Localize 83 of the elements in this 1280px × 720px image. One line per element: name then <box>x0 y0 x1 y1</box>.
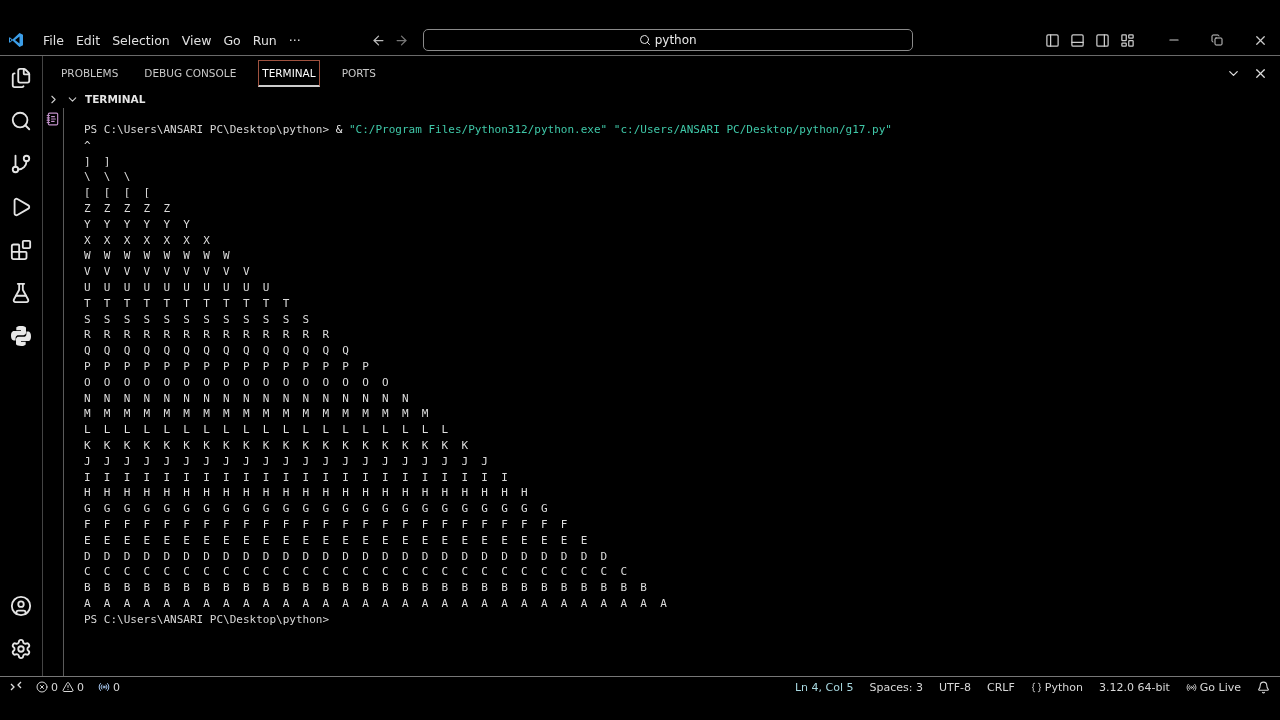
flask-icon[interactable] <box>10 282 32 304</box>
status-item[interactable]: CRLF <box>987 680 1015 694</box>
terminal-output-line: J J J J J J J J J J J J J J J J J J J J J <box>84 453 488 470</box>
terminal-output-line: C C C C C C C C C C C C C C C C C C C C C C C C C C C C <box>84 564 628 581</box>
terminal-output-line: B B B B B B B B B B B B B B B B B B B B B B B B B B B B B <box>84 580 647 596</box>
ports-count[interactable]: 0 <box>113 680 120 694</box>
notebook-icon[interactable] <box>46 112 60 126</box>
explorer-icon[interactable] <box>10 67 32 89</box>
search-icon[interactable] <box>10 110 32 132</box>
terminal-output-line: W W W W W W W W <box>84 248 230 265</box>
terminal-output-line: M M M M M M M M M M M M M M M M M M <box>84 406 429 423</box>
secondary-sidebar-icon[interactable] <box>1095 32 1110 48</box>
source-control-icon[interactable] <box>10 153 32 175</box>
menu-item[interactable]: Run <box>247 30 282 50</box>
app-logo-icon <box>8 32 24 48</box>
terminal-operator: & <box>335 122 343 138</box>
terminal-output-line: P P P P P P P P P P P P P P P <box>84 358 369 375</box>
remote-icon[interactable] <box>10 681 22 693</box>
error-icon <box>36 681 48 693</box>
status-item[interactable]: Ln 4, Col 5 <box>794 680 854 694</box>
warning-icon <box>62 681 74 693</box>
search-icon <box>638 34 651 46</box>
terminal-output-line: I I I I I I I I I I I I I I I I I I I I I I <box>84 469 508 486</box>
braces-icon <box>1030 681 1042 693</box>
settings-icon[interactable] <box>10 638 32 660</box>
terminal-output-line: T T T T T T T T T T T <box>84 295 290 312</box>
status-item[interactable]: Spaces: 3 <box>869 680 923 694</box>
menu-item[interactable]: Go <box>218 30 246 50</box>
panel-tab[interactable]: TERMINAL <box>258 59 320 87</box>
terminal-output-line: ] ] <box>84 153 111 170</box>
terminal-output-line: U U U U U U U U U U <box>84 279 270 296</box>
antenna-icon <box>98 681 110 693</box>
terminal-output-line: G G G G G G G G G G G G G G G G G G G G G G G G <box>84 501 548 517</box>
terminal-output-line: L L L L L L L L L L L L L L L L L L L <box>84 422 449 438</box>
bell-icon[interactable] <box>1257 680 1270 694</box>
command-argument: "c:/Users/ANSARI PC/Desktop/python/g17.py" <box>613 122 892 138</box>
terminal-prompt: PS C:\Users\ANSARI PC\Desktop\python> <box>84 611 330 628</box>
terminal-output-line: V V V V V V V V V <box>84 264 250 280</box>
command-argument: "C:/Program Files/Python312/python.exe" <box>348 122 608 138</box>
panel-toggle-icon[interactable] <box>1070 32 1085 48</box>
terminal-output-line: O O O O O O O O O O O O O O O O <box>84 374 389 391</box>
status-item[interactable]: 3.12.0 64-bit <box>1098 680 1170 694</box>
warning-count[interactable]: 0 <box>77 680 84 694</box>
terminal-output-line: [ [ [ [ <box>84 185 151 201</box>
terminal-output-line: K K K K K K K K K K K K K K K K K K K K <box>84 437 469 454</box>
menu-item[interactable]: File <box>38 30 69 50</box>
menu-item[interactable]: Edit <box>70 30 106 50</box>
terminal-output-line: F F F F F F F F F F F F F F F F F F F F F F F F F <box>84 516 568 533</box>
broadcast-icon <box>1185 681 1197 693</box>
terminal-output-line: \ \ \ <box>84 169 131 186</box>
panel-tab[interactable]: PROBLEMS <box>57 60 123 86</box>
forward-arrow-icon[interactable] <box>393 32 409 48</box>
error-count[interactable]: 0 <box>51 680 58 694</box>
search-value: python <box>654 33 697 47</box>
terminal-output-line: A A A A A A A A A A A A A A A A A A A A A A A A A A A A A A <box>84 595 667 612</box>
restore-icon[interactable] <box>1211 34 1223 46</box>
terminal-prompt: PS C:\Users\ANSARI PC\Desktop\python> <box>84 122 330 138</box>
terminal-output-line: D D D D D D D D D D D D D D D D D D D D D D D D D D D <box>84 548 608 565</box>
python-icon[interactable] <box>10 325 32 347</box>
status-item[interactable]: UTF-8 <box>938 680 972 694</box>
sidebar-toggle-icon[interactable] <box>1045 32 1060 48</box>
menu-item[interactable]: ··· <box>283 30 306 50</box>
terminal-output-line: ^ <box>84 137 91 154</box>
section-title[interactable]: TERMINAL <box>85 93 146 105</box>
status-item[interactable]: Go Live <box>1199 680 1241 694</box>
extensions-icon[interactable] <box>10 239 32 261</box>
terminal-output-line: H H H H H H H H H H H H H H H H H H H H H H H <box>84 485 528 502</box>
account-icon[interactable] <box>10 595 32 617</box>
terminal-output-line: S S S S S S S S S S S S <box>84 311 310 328</box>
layout-icon[interactable] <box>1120 32 1135 48</box>
menu-item[interactable]: Selection <box>107 30 175 50</box>
menu-item[interactable]: View <box>176 30 217 50</box>
terminal-output-line: N N N N N N N N N N N N N N N N N <box>84 390 409 407</box>
status-item[interactable]: Python <box>1044 680 1083 694</box>
terminal-output-line: Y Y Y Y Y Y <box>84 216 190 233</box>
terminal-output-line: Z Z Z Z Z <box>84 201 171 217</box>
panel-tab[interactable]: DEBUG CONSOLE <box>140 60 241 86</box>
terminal-output-line: E E E E E E E E E E E E E E E E E E E E E E E E E E <box>84 532 588 549</box>
terminal-output-line: X X X X X X X <box>84 232 210 249</box>
terminal-output-line: R R R R R R R R R R R R R <box>84 327 330 344</box>
panel-tab[interactable]: PORTS <box>337 60 380 86</box>
search-field[interactable]: python <box>422 29 913 51</box>
terminal-output-line: Q Q Q Q Q Q Q Q Q Q Q Q Q Q <box>84 343 349 359</box>
